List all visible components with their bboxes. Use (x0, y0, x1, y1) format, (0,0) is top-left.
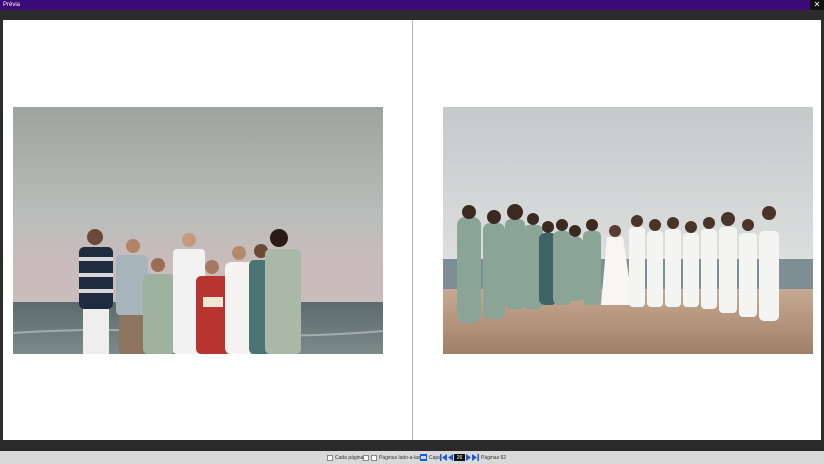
first-page-icon[interactable] (440, 454, 447, 461)
family-beach-photo (13, 107, 383, 354)
checkbox-icon[interactable] (363, 454, 369, 461)
viewer-top-border (0, 10, 824, 20)
total-pages-label: Páginas 62 (481, 454, 507, 461)
next-page-icon[interactable] (465, 454, 472, 461)
current-page-field[interactable]: 26 (454, 454, 465, 461)
preview-toolbar: Cada página Páginas lado-a-lado Capa 26 … (0, 451, 824, 464)
wedding-group-beach-photo (443, 107, 813, 354)
checkbox-icon[interactable] (371, 454, 377, 461)
checkbox-icon[interactable] (327, 454, 333, 461)
album-spread (3, 20, 821, 440)
close-icon[interactable]: ✕ (810, 0, 824, 10)
last-page-icon[interactable] (472, 454, 479, 461)
cover-button[interactable]: Capa (420, 454, 441, 461)
left-page (3, 20, 412, 440)
right-page (413, 20, 821, 440)
page-navigation: 26 Páginas 62 (440, 454, 506, 461)
window-titlebar: Prévia ✕ (0, 0, 824, 10)
single-page-label: Cada página (335, 454, 364, 461)
window-title: Prévia (3, 2, 21, 8)
cover-icon (420, 454, 427, 461)
facing-pages-label: Páginas lado-a-lado (379, 454, 424, 461)
facing-pages-option[interactable]: Páginas lado-a-lado (363, 454, 423, 461)
previous-page-icon[interactable] (447, 454, 454, 461)
single-page-option[interactable]: Cada página (327, 454, 363, 461)
viewer-bottom-border (0, 440, 824, 451)
